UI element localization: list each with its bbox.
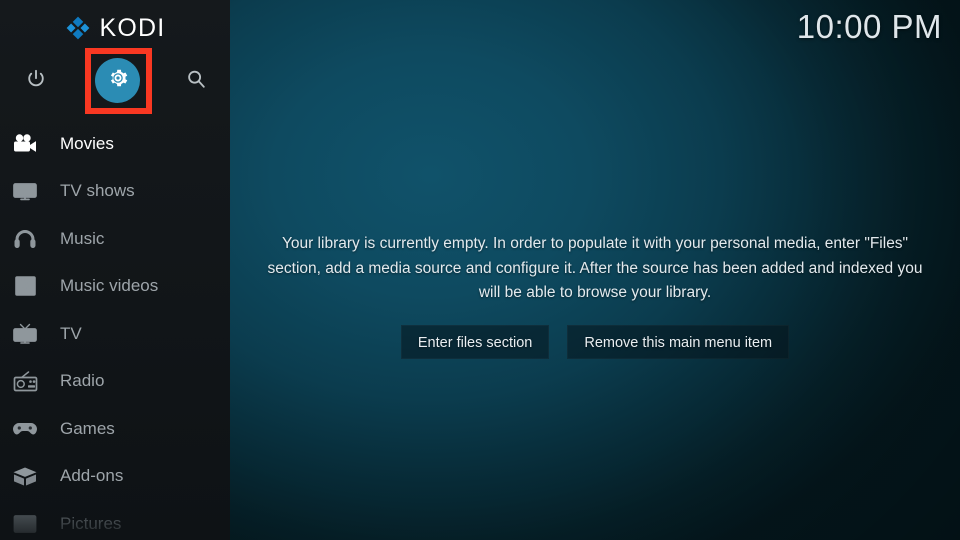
kodi-logo-text: KODI bbox=[99, 14, 166, 42]
sidebar-item-label: Music videos bbox=[60, 276, 159, 296]
sidebar-item-radio[interactable]: Radio bbox=[0, 358, 230, 406]
kodi-home-screen: 10:00 PM Your library is currently empty… bbox=[0, 0, 960, 540]
headphones-icon bbox=[8, 224, 42, 254]
radio-icon bbox=[8, 366, 42, 396]
sidebar: KODI Movies TV shows Music Music videos … bbox=[0, 0, 230, 540]
settings-gear-icon bbox=[107, 67, 129, 94]
sidebar-item-label: TV bbox=[60, 323, 82, 343]
sidebar-item-movies[interactable]: Movies bbox=[0, 120, 230, 168]
sidebar-item-label: Radio bbox=[60, 371, 105, 391]
music-video-icon bbox=[8, 271, 42, 301]
settings-button[interactable] bbox=[95, 58, 140, 103]
kodi-logo: KODI bbox=[0, 11, 230, 45]
action-button-row: Enter files section Remove this main men… bbox=[400, 324, 790, 359]
sidebar-item-add-ons[interactable]: Add-ons bbox=[0, 453, 230, 501]
sidebar-item-games[interactable]: Games bbox=[0, 405, 230, 453]
movie-camera-icon bbox=[8, 129, 42, 159]
sidebar-item-label: Pictures bbox=[60, 513, 122, 533]
power-button[interactable] bbox=[13, 58, 59, 104]
sidebar-item-tv-shows[interactable]: TV shows bbox=[0, 168, 230, 216]
enter-files-section-button[interactable]: Enter files section bbox=[400, 324, 550, 359]
search-icon bbox=[185, 68, 207, 95]
power-icon bbox=[25, 68, 47, 95]
main-content: Your library is currently empty. In orde… bbox=[230, 0, 960, 540]
sidebar-item-label: TV shows bbox=[60, 181, 135, 201]
tv-set-icon bbox=[8, 319, 42, 349]
tv-monitor-icon bbox=[8, 176, 42, 206]
sidebar-item-label: Games bbox=[60, 418, 115, 438]
empty-library-message: Your library is currently empty. In orde… bbox=[267, 235, 923, 301]
sidebar-item-label: Movies bbox=[60, 133, 114, 153]
search-button[interactable] bbox=[173, 58, 219, 104]
remove-main-menu-item-button[interactable]: Remove this main menu item bbox=[567, 324, 790, 359]
main-menu: Movies TV shows Music Music videos TV Ra… bbox=[0, 120, 230, 540]
picture-frame-icon bbox=[8, 509, 42, 539]
sidebar-item-music[interactable]: Music bbox=[0, 215, 230, 263]
gamepad-icon bbox=[8, 414, 42, 444]
kodi-logo-icon bbox=[65, 15, 91, 41]
sidebar-item-tv[interactable]: TV bbox=[0, 310, 230, 358]
sidebar-item-label: Add-ons bbox=[60, 466, 124, 486]
sidebar-item-music-videos[interactable]: Music videos bbox=[0, 263, 230, 311]
open-box-icon bbox=[8, 461, 42, 491]
sidebar-item-label: Music bbox=[60, 228, 105, 248]
sidebar-item-pictures[interactable]: Pictures bbox=[0, 500, 230, 540]
